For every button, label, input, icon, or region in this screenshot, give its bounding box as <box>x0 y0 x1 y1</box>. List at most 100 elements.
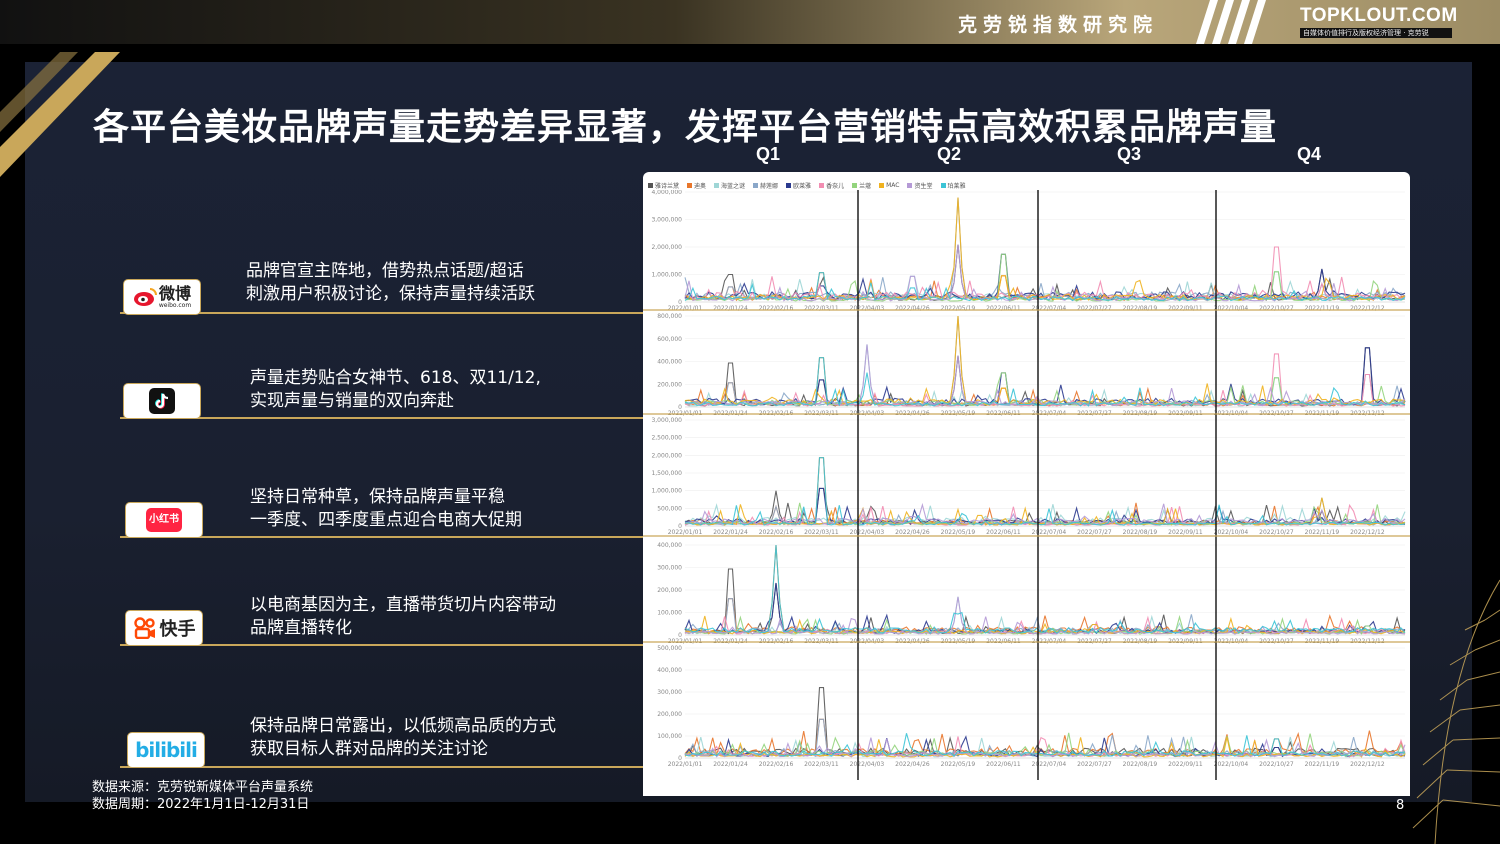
series-line <box>684 253 1406 301</box>
platform-trend-charts: 01,000,0002,000,0003,000,0004,000,000202… <box>643 190 1410 780</box>
x-tick-label: 2022/04/03 <box>850 761 885 768</box>
series-line <box>684 244 1406 302</box>
x-tick-label: 2022/11/19 <box>1305 305 1340 312</box>
x-tick-label: 2022/04/26 <box>895 305 930 312</box>
series-line <box>684 197 1406 301</box>
legend-swatch <box>907 182 913 188</box>
x-tick-label: 2022/09/11 <box>1168 529 1203 536</box>
xiaohongshu-icon: 小红书 <box>146 508 182 532</box>
kuaishou-logo-text: 快手 <box>159 619 196 640</box>
row-divider-douyin <box>120 417 643 419</box>
series-line <box>684 582 1406 635</box>
x-tick-label: 2022/07/27 <box>1077 305 1112 312</box>
x-tick-label: 2022/02/16 <box>759 761 794 768</box>
x-tick-label: 2022/06/11 <box>986 529 1021 536</box>
legend-label: MAC <box>886 181 900 189</box>
x-tick-label: 2022/05/19 <box>941 761 976 768</box>
legend-label: 海蓝之谜 <box>721 182 746 190</box>
topklout-logo: TOPKLOUT.COM 自媒体价值排行及版权经济管理 · 克劳锐 <box>1300 6 1460 40</box>
x-tick-label: 2022/07/04 <box>1032 761 1067 768</box>
x-tick-label: 2022/10/27 <box>1259 529 1294 536</box>
x-tick-label: 2022/04/26 <box>895 761 930 768</box>
data-source-note: 数据来源：克劳锐新媒体平台声量系统 <box>92 780 314 795</box>
palm-leaf-decoration <box>1412 579 1500 844</box>
x-tick-label: 2022/09/11 <box>1168 761 1203 768</box>
legend-swatch <box>879 182 885 188</box>
y-tick-label: 500,000 <box>657 505 682 512</box>
legend-swatch <box>687 182 693 188</box>
kuaishou-desc-line2: 品牌直播转化 <box>250 618 352 638</box>
x-tick-label: 2022/03/11 <box>804 761 839 768</box>
y-tick-label: 3,000,000 <box>651 217 682 224</box>
y-tick-label: 3,000,000 <box>651 417 682 424</box>
legend-label: 雅诗兰黛 <box>655 182 680 190</box>
x-tick-label: 2022/11/19 <box>1305 761 1340 768</box>
legend-swatch <box>940 182 946 188</box>
series-line <box>684 596 1406 635</box>
x-tick-label: 2022/10/04 <box>1214 761 1249 768</box>
logo-main-text: TOPKLOUT.COM <box>1300 5 1458 26</box>
legend-item: 海蓝之谜 <box>714 180 745 190</box>
y-tick-label: 300,000 <box>657 689 682 696</box>
xiaohongshu-badge: 小红书 <box>126 503 202 537</box>
weibo-desc-line2: 刺激用户积极讨论，保持声量持续活跃 <box>246 284 535 304</box>
top-header-bar: 克劳锐指数研究院 TOPKLOUT.COM 自媒体价值排行及版权经济管理 · 克… <box>0 0 1500 44</box>
x-tick-label: 2022/02/16 <box>759 305 794 312</box>
x-tick-label: 2022/08/19 <box>1123 305 1158 312</box>
legend-item: 珀莱雅 <box>940 180 966 190</box>
douyin-desc-line2: 实现声量与销量的双向奔赴 <box>250 391 454 411</box>
x-tick-label: 2022/04/26 <box>895 529 930 536</box>
series-line <box>684 347 1406 406</box>
xiaohongshu-description: 坚持日常种草，保持品牌声量平稳 一季度、四季度重点迎合电商大促期 <box>250 486 522 532</box>
series-line <box>684 347 1406 407</box>
legend-item: 资生堂 <box>907 180 933 190</box>
diagonal-stripes-decoration <box>1196 0 1266 44</box>
bilibili-desc-line2: 获取目标人群对品牌的关注讨论 <box>250 739 488 759</box>
x-tick-label: 2022/07/04 <box>1032 529 1067 536</box>
legend-swatch <box>786 182 792 188</box>
x-tick-label: 2022/03/11 <box>804 529 839 536</box>
douyin-badge <box>124 384 200 418</box>
page-number: 8 <box>1396 798 1405 813</box>
douyin-description: 声量走势贴合女神节、618、双11/12, 实现声量与销量的双向奔赴 <box>250 367 541 413</box>
quarter-label-q3: Q3 <box>1117 144 1142 164</box>
legend-label: 珀莱雅 <box>947 182 966 190</box>
y-tick-label: 200,000 <box>657 587 682 594</box>
legend-item: 兰蔻 <box>852 180 871 190</box>
legend-swatch <box>648 182 653 188</box>
legend-label: 资生堂 <box>914 182 933 190</box>
legend-label: 兰蔻 <box>859 182 872 190</box>
bilibili-description: 保持品牌日常露出，以低频高品质的方式 获取目标人群对品牌的关注讨论 <box>250 715 556 761</box>
x-tick-label: 2022/09/11 <box>1168 305 1203 312</box>
x-tick-label: 2022/01/01 <box>668 305 703 312</box>
legend-swatch <box>819 182 825 188</box>
legend-item: 迪奥 <box>687 180 706 190</box>
x-tick-label: 2022/05/19 <box>941 529 976 536</box>
x-tick-label: 2022/10/04 <box>1214 305 1249 312</box>
logo-sub-text: 自媒体价值排行及版权经济管理 · 克劳锐 <box>1300 28 1452 38</box>
kuaishou-badge: 快手 <box>126 611 202 645</box>
y-tick-label: 4,000,000 <box>651 190 682 196</box>
series-line <box>684 596 1406 635</box>
y-tick-label: 1,000,000 <box>651 488 682 495</box>
y-tick-label: 200,000 <box>657 381 682 388</box>
org-name: 克劳锐指数研究院 <box>958 14 1159 36</box>
weibo-badge: 微博 weibo.com <box>124 280 200 314</box>
douyin-desc-line1: 声量走势贴合女神节、618、双11/12, <box>250 368 541 388</box>
legend-label: 香奈儿 <box>826 182 845 190</box>
quarter-label-q4: Q4 <box>1297 144 1322 164</box>
x-tick-label: 2022/03/11 <box>804 305 839 312</box>
bilibili-badge: bilibili <box>128 733 204 767</box>
x-tick-label: 2022/12/12 <box>1350 305 1385 312</box>
quarter-label-q2: Q2 <box>937 144 962 164</box>
legend-item: 香奈儿 <box>819 180 844 190</box>
weibo-description: 品牌官宣主阵地，借势热点话题/超话 刺激用户积极讨论，保持声量持续活跃 <box>246 260 535 306</box>
y-tick-label: 100,000 <box>657 610 682 617</box>
kuaishou-description: 以电商基因为主，直播带货切片内容带动 品牌直播转化 <box>250 594 556 640</box>
series-line <box>685 246 1406 301</box>
legend-label: 赫莲娜 <box>760 182 779 190</box>
y-tick-label: 1,500,000 <box>651 470 682 477</box>
x-tick-label: 2022/10/27 <box>1259 761 1294 768</box>
weibo-logo-text: 微博 <box>158 283 191 303</box>
series-line <box>684 344 1406 408</box>
